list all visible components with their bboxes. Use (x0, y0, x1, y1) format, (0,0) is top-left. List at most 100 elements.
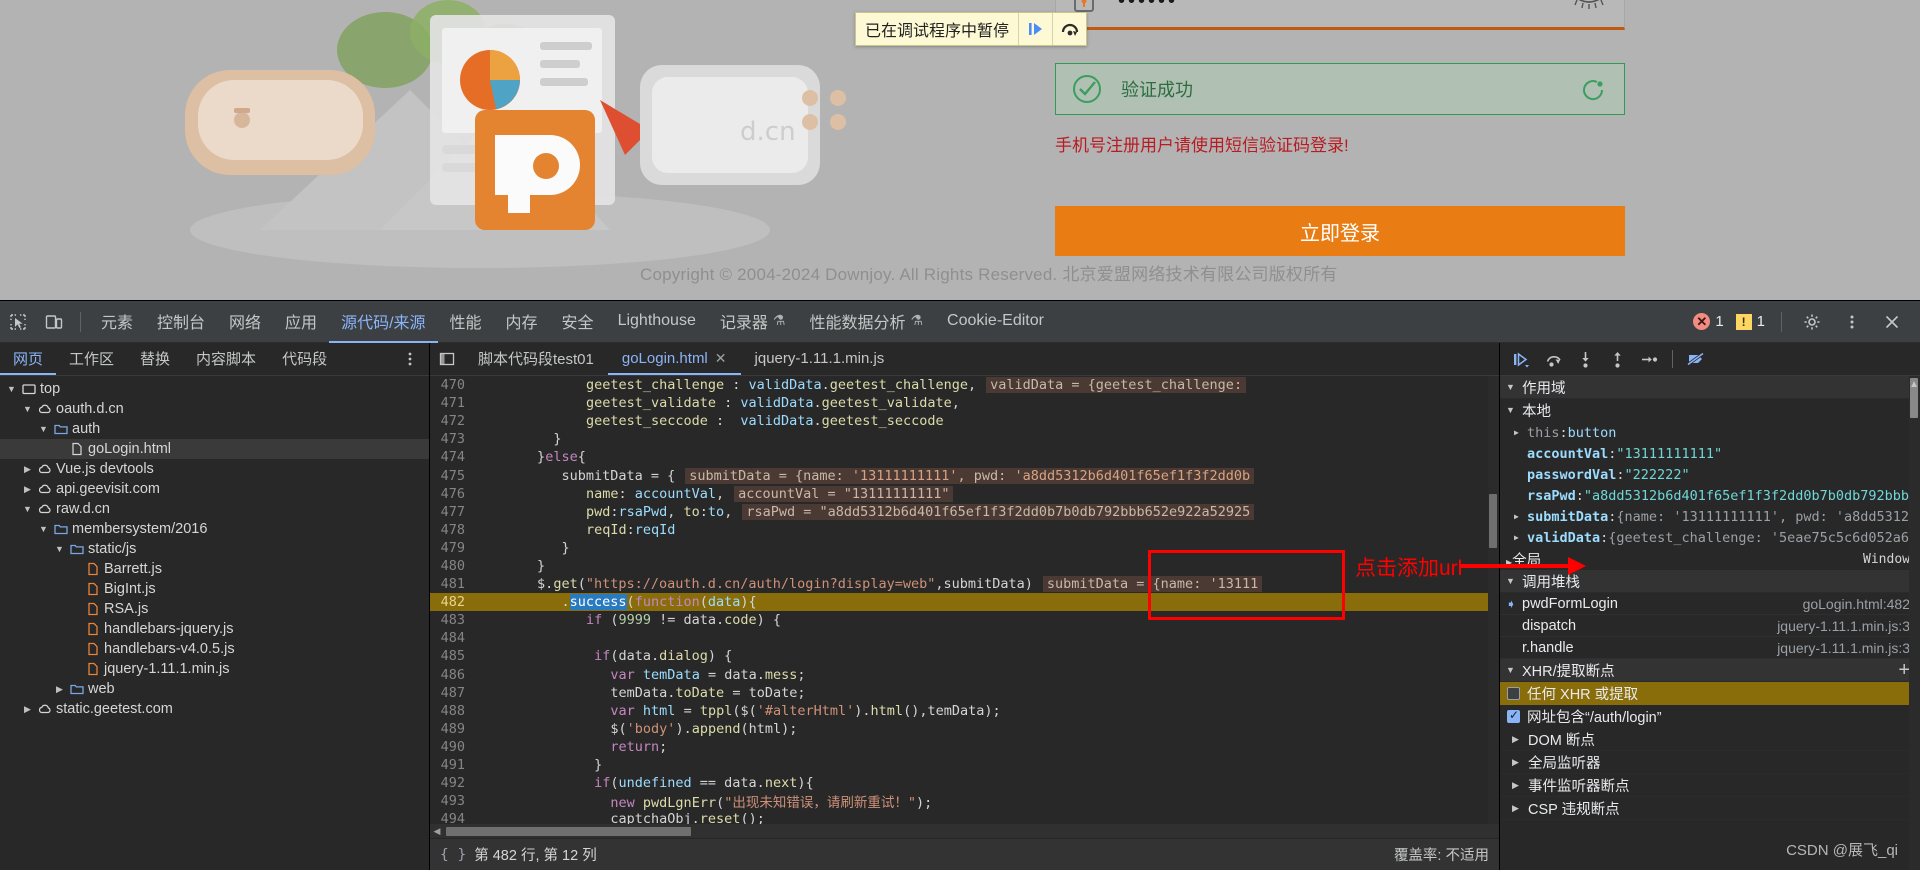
code-line[interactable]: 471 geetest_validate : validData.geetest_… (430, 394, 1499, 412)
code-line[interactable]: 484 (430, 629, 1499, 647)
resume-button[interactable] (1506, 346, 1536, 372)
settings-button[interactable] (1794, 301, 1830, 343)
file-tree-item[interactable]: handlebars-v4.0.5.js (0, 639, 429, 659)
step-out-button[interactable] (1602, 346, 1632, 372)
devtools-tab[interactable]: 性能数据分析 ⚗ (797, 301, 935, 343)
file-tree-item[interactable]: ▼ top (0, 379, 429, 399)
scope-variable-row[interactable]: passwordVal: "222222" (1500, 464, 1920, 485)
breakpoint-section-header[interactable]: ▶ 全局监听器 (1500, 751, 1920, 774)
devtools-tab[interactable]: 应用 (273, 301, 329, 343)
code-line[interactable]: 475 submitData = {submitData = {name: '13… (430, 466, 1499, 484)
chevron-right-icon[interactable]: ▶ (22, 464, 33, 475)
devtools-tab[interactable]: 网络 (217, 301, 273, 343)
line-number[interactable]: 480 (430, 558, 474, 574)
line-number[interactable]: 488 (430, 703, 474, 719)
code-line[interactable]: 472 geetest_seccode : validData.geetest_s… (430, 412, 1499, 430)
navigator-tab[interactable]: 工作区 (56, 343, 127, 375)
line-number[interactable]: 484 (430, 630, 474, 646)
navigator-more-button[interactable] (391, 343, 429, 375)
devtools-tab[interactable]: Cookie-Editor (935, 301, 1056, 343)
navigator-tab[interactable]: 网页 (0, 343, 57, 375)
code-line[interactable]: 473} (430, 430, 1499, 448)
scope-variable-row[interactable]: accountVal: "13111111111" (1500, 443, 1920, 464)
file-tree-item[interactable]: ▼ static/js (0, 539, 429, 559)
chevron-down-icon[interactable]: ▼ (54, 544, 65, 554)
login-submit-button[interactable]: 立即登录 (1055, 206, 1625, 256)
file-tree-item[interactable]: jquery-1.11.1.min.js (0, 659, 429, 679)
chevron-right-icon[interactable]: ▶ (54, 684, 65, 695)
xhr-breakpoints-header[interactable]: ▼ XHR/提取断点 + (1500, 659, 1920, 682)
file-tree-item[interactable]: ▼ auth (0, 419, 429, 439)
navigator-tab[interactable]: 代码段 (269, 343, 340, 375)
xhr-breakpoint-checkbox[interactable] (1507, 708, 1520, 723)
device-toolbar-button[interactable] (36, 301, 72, 343)
code-line[interactable]: 476 name: accountVal, accountVal = "131111… (430, 485, 1499, 503)
error-count-badge[interactable]: ✕ 1 (1689, 313, 1727, 330)
file-tree-item[interactable]: RSA.js (0, 599, 429, 619)
breakpoint-section-header[interactable]: ▶ DOM 断点 (1500, 728, 1920, 751)
deactivate-breakpoints-button[interactable] (1681, 346, 1711, 372)
file-tree-item[interactable]: Barrett.js (0, 559, 429, 579)
code-line[interactable]: 488 var html = tppl($('#alterHtml').html(… (430, 702, 1499, 720)
file-tree-item[interactable]: BigInt.js (0, 579, 429, 599)
code-line[interactable]: 482 .success(function(data){ (430, 593, 1499, 612)
resume-script-button[interactable] (1018, 13, 1052, 45)
more-options-button[interactable] (1834, 301, 1870, 343)
password-field-row[interactable]: •••••• (1055, 0, 1625, 30)
code-hscroll-thumb[interactable] (446, 826, 691, 836)
eye-closed-icon[interactable] (1572, 0, 1606, 9)
devtools-tab[interactable]: Lighthouse (606, 301, 708, 343)
refresh-icon[interactable] (1580, 76, 1608, 104)
code-line[interactable]: 477 pwd:rsaPwd, to:to, rsaPwd = "a8dd5312b… (430, 503, 1499, 521)
code-line[interactable]: 489 $('body').append(html); (430, 720, 1499, 738)
inspect-element-button[interactable] (0, 301, 36, 343)
file-tree-item[interactable]: ▼ raw.d.cn (0, 499, 429, 519)
line-number[interactable]: 492 (430, 775, 474, 791)
xhr-breakpoint-row[interactable]: 网址包含“/auth/login” (1500, 705, 1920, 728)
file-tree-item[interactable]: ▼ membersystem/2016 (0, 519, 429, 539)
editor-tab[interactable]: goLogin.html ✕ (607, 343, 741, 375)
scope-local-header[interactable]: ▼ 本地 (1500, 399, 1920, 421)
line-number[interactable]: 473 (430, 431, 474, 447)
step-over-button[interactable] (1538, 346, 1568, 372)
chevron-down-icon[interactable]: ▼ (22, 504, 33, 514)
file-tree-item[interactable]: ▶ web (0, 679, 429, 699)
line-number[interactable]: 487 (430, 685, 474, 701)
code-line[interactable]: 478 reqId:reqId (430, 521, 1499, 539)
line-number[interactable]: 494 (430, 811, 474, 824)
chevron-down-icon[interactable]: ▼ (38, 524, 49, 534)
code-line[interactable]: 494 captchaObj.reset(); (430, 810, 1499, 824)
line-number[interactable]: 470 (430, 377, 474, 393)
password-input-value[interactable]: •••••• (1118, 0, 1178, 11)
line-number[interactable]: 481 (430, 576, 474, 592)
code-line[interactable]: 490 return; (430, 738, 1499, 756)
line-number[interactable]: 486 (430, 667, 474, 683)
xhr-breakpoint-row[interactable]: 任何 XHR 或提取 (1500, 682, 1920, 705)
line-number[interactable]: 472 (430, 413, 474, 429)
line-number[interactable]: 471 (430, 395, 474, 411)
line-number[interactable]: 479 (430, 540, 474, 556)
line-number[interactable]: 474 (430, 449, 474, 465)
code-line[interactable]: 486 var temData = data.mess; (430, 666, 1499, 684)
scope-global-row[interactable]: ▶全局 Window (1500, 549, 1920, 570)
captcha-success-box[interactable]: 验证成功 (1055, 63, 1625, 115)
xhr-breakpoint-checkbox[interactable] (1507, 687, 1520, 700)
editor-tab[interactable]: jquery-1.11.1.min.js (741, 343, 899, 375)
chevron-right-icon[interactable]: ▶ (1514, 533, 1527, 542)
file-tree-item[interactable]: goLogin.html (0, 439, 429, 459)
code-vscroll-thumb[interactable] (1489, 494, 1497, 548)
navigator-tab[interactable]: 内容脚本 (183, 343, 269, 375)
close-icon[interactable]: ✕ (715, 350, 727, 367)
code-line[interactable]: 491} (430, 756, 1499, 774)
scope-section-header[interactable]: ▼ 作用域 (1500, 376, 1920, 399)
chevron-down-icon[interactable]: ▼ (22, 404, 33, 414)
devtools-tab[interactable]: 记录器 ⚗ (708, 301, 798, 343)
code-horizontal-scrollbar[interactable]: ◀ (430, 824, 1499, 838)
line-number[interactable]: 491 (430, 757, 474, 773)
warning-count-badge[interactable]: ! 1 (1732, 313, 1769, 330)
line-number[interactable]: 485 (430, 648, 474, 664)
code-line[interactable]: 481 $.get("https://oauth.d.cn/auth/login?… (430, 575, 1499, 593)
devtools-tab[interactable]: 控制台 (145, 301, 217, 343)
format-braces-icon[interactable]: { } (440, 847, 466, 863)
step-over-button[interactable] (1052, 13, 1086, 45)
